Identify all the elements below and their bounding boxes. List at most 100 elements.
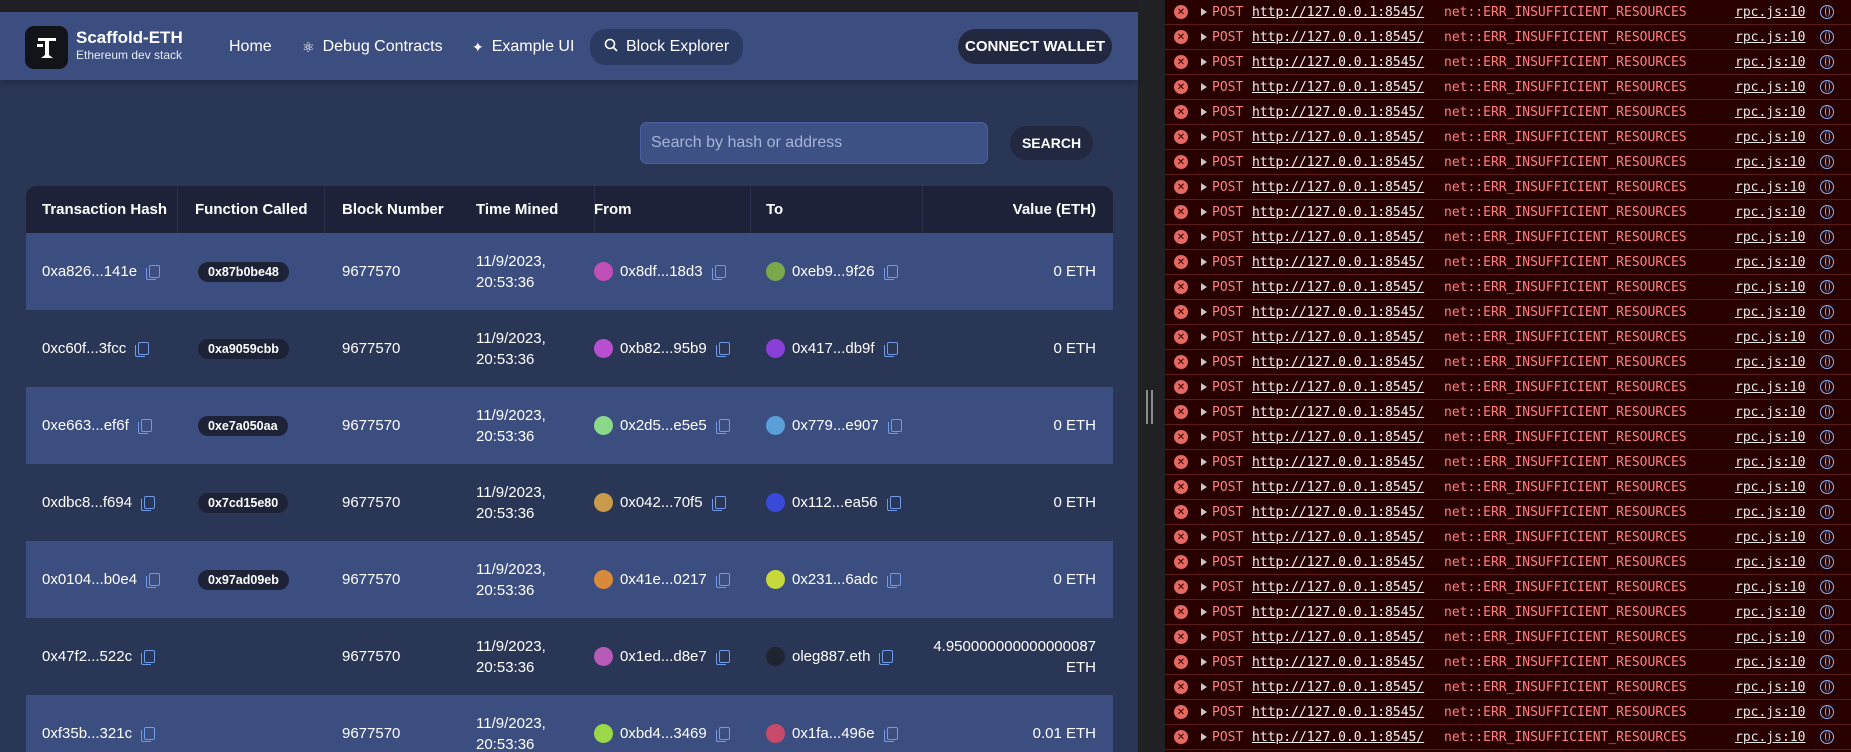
nav-block-explorer[interactable]: Block Explorer (590, 29, 744, 65)
copy-icon[interactable] (883, 726, 898, 742)
console-url-link[interactable]: http://127.0.0.1:8545/ (1252, 30, 1424, 45)
console-error-row[interactable]: ✕ POST http://127.0.0.1:8545/ net::ERR_I… (1165, 400, 1851, 425)
scaffold-logo-icon[interactable] (25, 26, 68, 69)
console-source-link[interactable]: rpc.js:10 (1735, 305, 1805, 320)
console-url-link[interactable]: http://127.0.0.1:8545/ (1252, 180, 1424, 195)
network-globe-icon[interactable] (1820, 180, 1834, 194)
expand-triangle-icon[interactable] (1201, 333, 1207, 341)
block-number-link[interactable]: 9677570 (342, 648, 400, 665)
from-address-link[interactable]: 0xbd4...3469 (620, 725, 707, 742)
brand[interactable]: Scaffold-ETH Ethereum dev stack (76, 28, 183, 63)
copy-icon[interactable] (883, 264, 898, 280)
console-url-link[interactable]: http://127.0.0.1:8545/ (1252, 480, 1424, 495)
network-globe-icon[interactable] (1820, 530, 1834, 544)
network-globe-icon[interactable] (1820, 630, 1834, 644)
console-error-row[interactable]: ✕ POST http://127.0.0.1:8545/ net::ERR_I… (1165, 300, 1851, 325)
nav-debug-contracts[interactable]: ⚛ Debug Contracts (302, 36, 443, 58)
splitter-grip[interactable] (1151, 390, 1153, 424)
console-error-row[interactable]: ✕ POST http://127.0.0.1:8545/ net::ERR_I… (1165, 625, 1851, 650)
tx-hash-link[interactable]: 0x0104...b0e4 (42, 571, 137, 588)
console-url-link[interactable]: http://127.0.0.1:8545/ (1252, 305, 1424, 320)
network-globe-icon[interactable] (1820, 455, 1834, 469)
console-error-row[interactable]: ✕ POST http://127.0.0.1:8545/ net::ERR_I… (1165, 425, 1851, 450)
console-url-link[interactable]: http://127.0.0.1:8545/ (1252, 405, 1424, 420)
copy-icon[interactable] (711, 264, 726, 280)
console-source-link[interactable]: rpc.js:10 (1735, 355, 1805, 370)
console-error-row[interactable]: ✕ POST http://127.0.0.1:8545/ net::ERR_I… (1165, 550, 1851, 575)
network-globe-icon[interactable] (1820, 505, 1834, 519)
to-address-link[interactable]: 0x231...6adc (792, 571, 878, 588)
tx-hash-link[interactable]: 0xf35b...321c (42, 725, 132, 742)
to-address-link[interactable]: 0x417...db9f (792, 340, 875, 357)
network-globe-icon[interactable] (1820, 330, 1834, 344)
console-url-link[interactable]: http://127.0.0.1:8545/ (1252, 55, 1424, 70)
expand-triangle-icon[interactable] (1201, 533, 1207, 541)
console-error-row[interactable]: ✕ POST http://127.0.0.1:8545/ net::ERR_I… (1165, 575, 1851, 600)
tx-hash-link[interactable]: 0x47f2...522c (42, 648, 132, 665)
console-source-link[interactable]: rpc.js:10 (1735, 280, 1805, 295)
to-address-link[interactable]: 0x1fa...496e (792, 725, 875, 742)
console-url-link[interactable]: http://127.0.0.1:8545/ (1252, 430, 1424, 445)
console-url-link[interactable]: http://127.0.0.1:8545/ (1252, 230, 1424, 245)
expand-triangle-icon[interactable] (1201, 583, 1207, 591)
copy-icon[interactable] (886, 572, 901, 588)
expand-triangle-icon[interactable] (1201, 558, 1207, 566)
panel-splitter[interactable] (1138, 0, 1165, 752)
console-source-link[interactable]: rpc.js:10 (1735, 105, 1805, 120)
network-globe-icon[interactable] (1820, 680, 1834, 694)
expand-triangle-icon[interactable] (1201, 483, 1207, 491)
copy-icon[interactable] (715, 726, 730, 742)
network-globe-icon[interactable] (1820, 155, 1834, 169)
expand-triangle-icon[interactable] (1201, 408, 1207, 416)
network-globe-icon[interactable] (1820, 430, 1834, 444)
block-number-link[interactable]: 9677570 (342, 417, 400, 434)
console-error-row[interactable]: ✕ POST http://127.0.0.1:8545/ net::ERR_I… (1165, 350, 1851, 375)
network-globe-icon[interactable] (1820, 305, 1834, 319)
expand-triangle-icon[interactable] (1201, 708, 1207, 716)
console-url-link[interactable]: http://127.0.0.1:8545/ (1252, 730, 1424, 745)
console-url-link[interactable]: http://127.0.0.1:8545/ (1252, 705, 1424, 720)
console-error-row[interactable]: ✕ POST http://127.0.0.1:8545/ net::ERR_I… (1165, 650, 1851, 675)
search-input[interactable] (640, 122, 988, 164)
console-source-link[interactable]: rpc.js:10 (1735, 130, 1805, 145)
console-url-link[interactable]: http://127.0.0.1:8545/ (1252, 330, 1424, 345)
to-address-link[interactable]: 0x779...e907 (792, 417, 879, 434)
console-error-row[interactable]: ✕ POST http://127.0.0.1:8545/ net::ERR_I… (1165, 250, 1851, 275)
copy-icon[interactable] (141, 726, 156, 742)
console-url-link[interactable]: http://127.0.0.1:8545/ (1252, 255, 1424, 270)
console-error-row[interactable]: ✕ POST http://127.0.0.1:8545/ net::ERR_I… (1165, 100, 1851, 125)
connect-wallet-button[interactable]: CONNECT WALLET (958, 29, 1112, 64)
console-source-link[interactable]: rpc.js:10 (1735, 605, 1805, 620)
splitter-grip[interactable] (1146, 390, 1148, 424)
console-source-link[interactable]: rpc.js:10 (1735, 80, 1805, 95)
network-globe-icon[interactable] (1820, 5, 1834, 19)
console-source-link[interactable]: rpc.js:10 (1735, 255, 1805, 270)
search-button[interactable]: SEARCH (1010, 126, 1093, 160)
expand-triangle-icon[interactable] (1201, 208, 1207, 216)
from-address-link[interactable]: 0x8df...18d3 (620, 263, 703, 280)
block-number-link[interactable]: 9677570 (342, 263, 400, 280)
network-globe-icon[interactable] (1820, 55, 1834, 69)
expand-triangle-icon[interactable] (1201, 158, 1207, 166)
copy-icon[interactable] (886, 495, 901, 511)
expand-triangle-icon[interactable] (1201, 658, 1207, 666)
expand-triangle-icon[interactable] (1201, 58, 1207, 66)
network-globe-icon[interactable] (1820, 105, 1834, 119)
network-globe-icon[interactable] (1820, 230, 1834, 244)
expand-triangle-icon[interactable] (1201, 633, 1207, 641)
console-url-link[interactable]: http://127.0.0.1:8545/ (1252, 155, 1424, 170)
console-error-row[interactable]: ✕ POST http://127.0.0.1:8545/ net::ERR_I… (1165, 375, 1851, 400)
console-error-row[interactable]: ✕ POST http://127.0.0.1:8545/ net::ERR_I… (1165, 225, 1851, 250)
console-source-link[interactable]: rpc.js:10 (1735, 655, 1805, 670)
tx-hash-link[interactable]: 0xa826...141e (42, 263, 137, 280)
console-url-link[interactable]: http://127.0.0.1:8545/ (1252, 630, 1424, 645)
network-globe-icon[interactable] (1820, 555, 1834, 569)
network-globe-icon[interactable] (1820, 380, 1834, 394)
console-error-row[interactable]: ✕ POST http://127.0.0.1:8545/ net::ERR_I… (1165, 450, 1851, 475)
console-source-link[interactable]: rpc.js:10 (1735, 430, 1805, 445)
network-globe-icon[interactable] (1820, 580, 1834, 594)
expand-triangle-icon[interactable] (1201, 433, 1207, 441)
console-url-link[interactable]: http://127.0.0.1:8545/ (1252, 105, 1424, 120)
console-error-row[interactable]: ✕ POST http://127.0.0.1:8545/ net::ERR_I… (1165, 500, 1851, 525)
console-error-row[interactable]: ✕ POST http://127.0.0.1:8545/ net::ERR_I… (1165, 125, 1851, 150)
